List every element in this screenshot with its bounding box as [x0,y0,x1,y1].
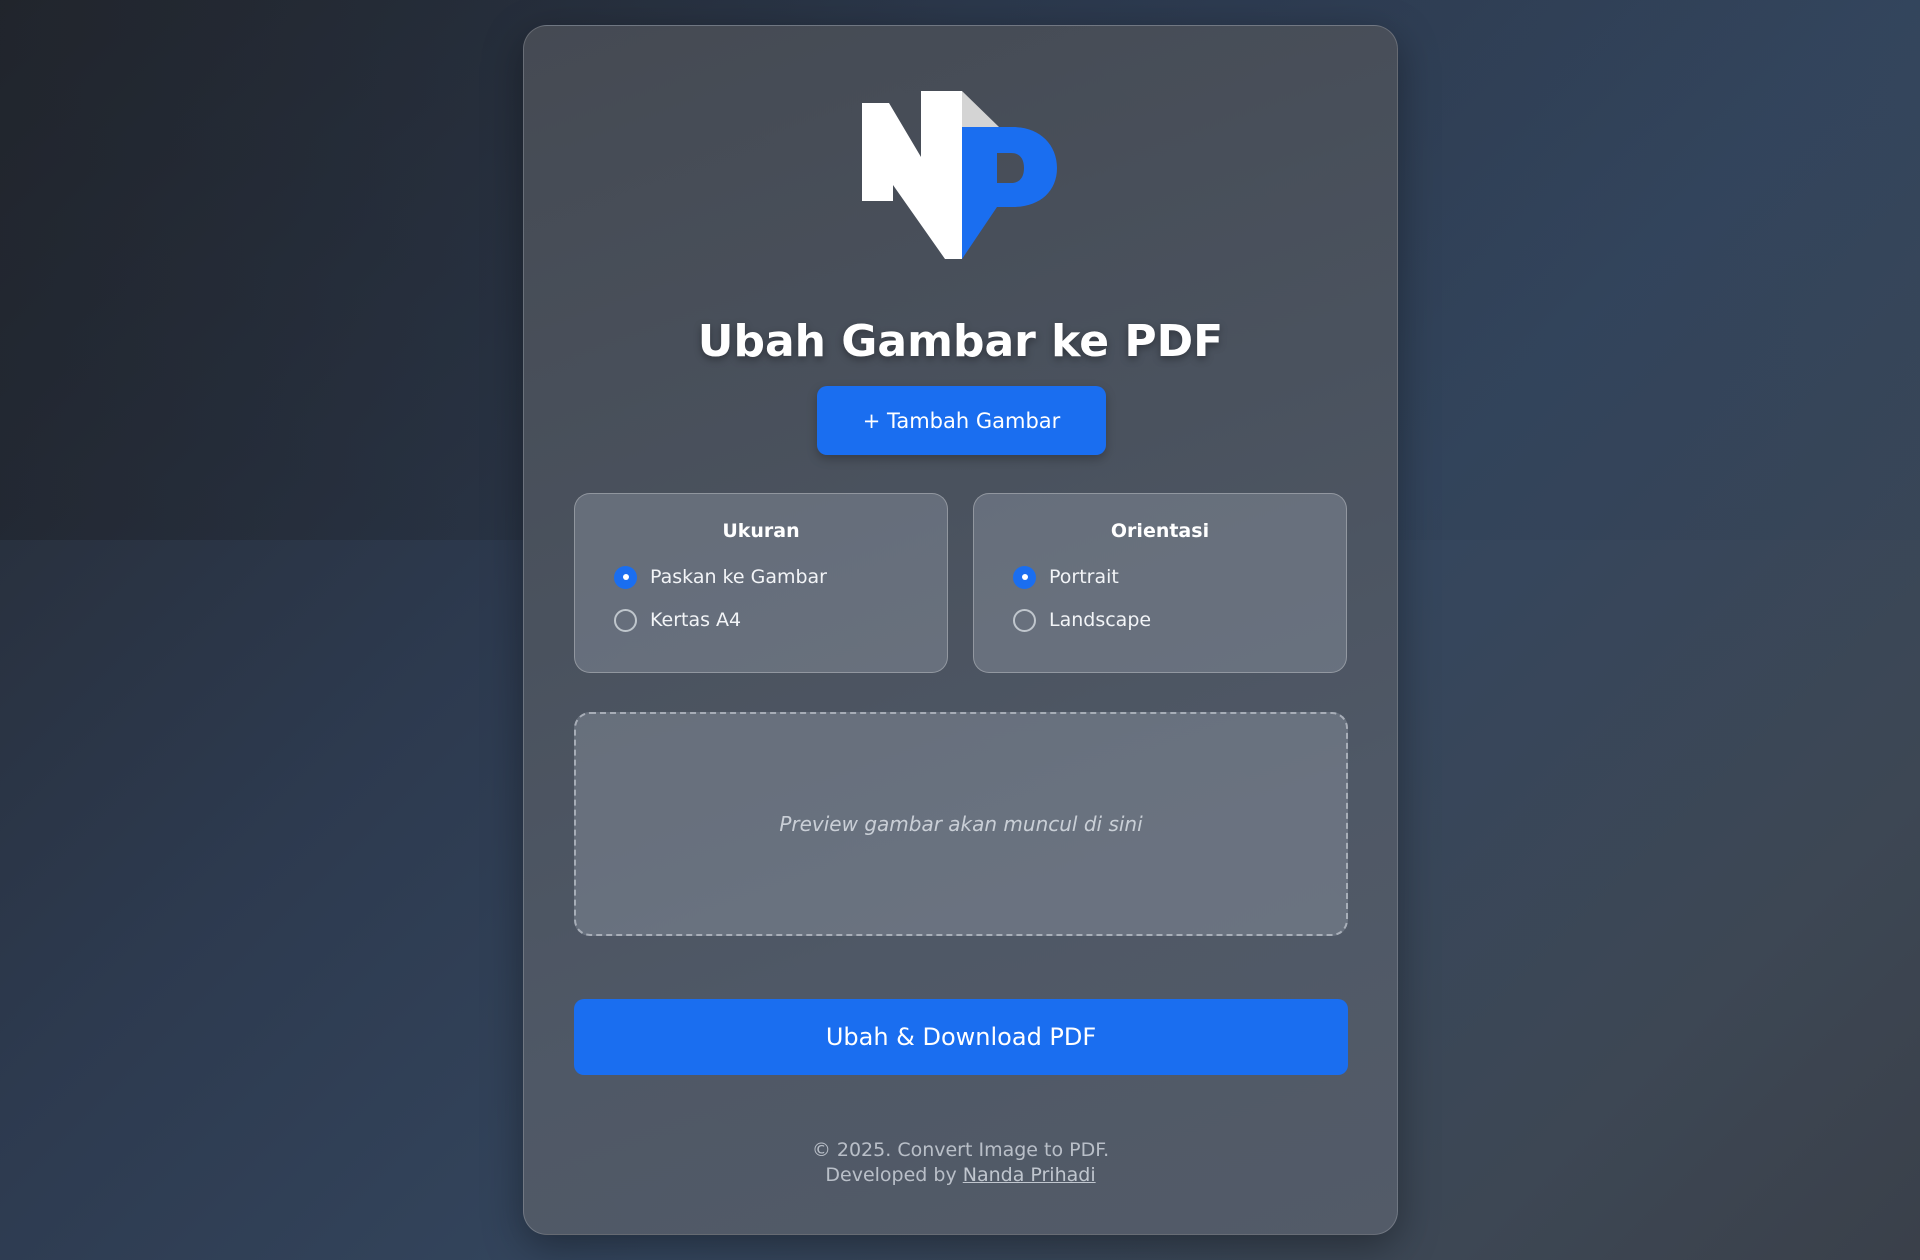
np-logo [862,91,1057,259]
size-fit-image-label: Paskan ke Gambar [650,566,827,588]
orientation-options-panel: Orientasi Portrait Landscape [973,493,1347,673]
converter-card: Ubah Gambar ke PDF + Tambah Gambar Ukura… [523,25,1398,1235]
footer: © 2025. Convert Image to PDF. Developed … [524,1138,1397,1188]
orientation-options-title: Orientasi [1110,520,1210,542]
logo-p-shape [962,127,1057,259]
copyright-text: © 2025. Convert Image to PDF. [811,1139,1110,1161]
developer-link[interactable]: Nanda Prihadi [963,1164,1096,1186]
size-fit-image-option[interactable]: Paskan ke Gambar [614,564,827,590]
radio-unselected-icon[interactable] [1013,608,1036,632]
orientation-landscape-option[interactable]: Landscape [1013,607,1151,633]
radio-unselected-icon[interactable] [614,608,637,632]
radio-selected-icon[interactable] [614,565,637,589]
image-preview-area[interactable]: Preview gambar akan muncul di sini [574,712,1348,936]
add-image-button[interactable]: + Tambah Gambar [817,386,1106,455]
size-a4-label: Kertas A4 [650,609,742,631]
orientation-portrait-label: Portrait [1049,566,1119,588]
developed-by-line: Developed by Nanda Prihadi [524,1163,1397,1188]
logo-fold-shape [962,91,999,127]
orientation-landscape-label: Landscape [1049,609,1152,631]
orientation-portrait-option[interactable]: Portrait [1013,564,1119,590]
size-options-panel: Ukuran Paskan ke Gambar Kertas A4 [574,493,948,673]
size-a4-option[interactable]: Kertas A4 [614,607,741,633]
preview-placeholder: Preview gambar akan muncul di sini [779,812,1143,836]
logo-n-shape [862,91,962,259]
radio-selected-icon[interactable] [1013,565,1036,589]
developed-by-prefix: Developed by [825,1164,957,1186]
page-title: Ubah Gambar ke PDF [697,316,1224,367]
convert-download-button[interactable]: Ubah & Download PDF [574,999,1348,1075]
size-options-title: Ukuran [722,520,800,542]
